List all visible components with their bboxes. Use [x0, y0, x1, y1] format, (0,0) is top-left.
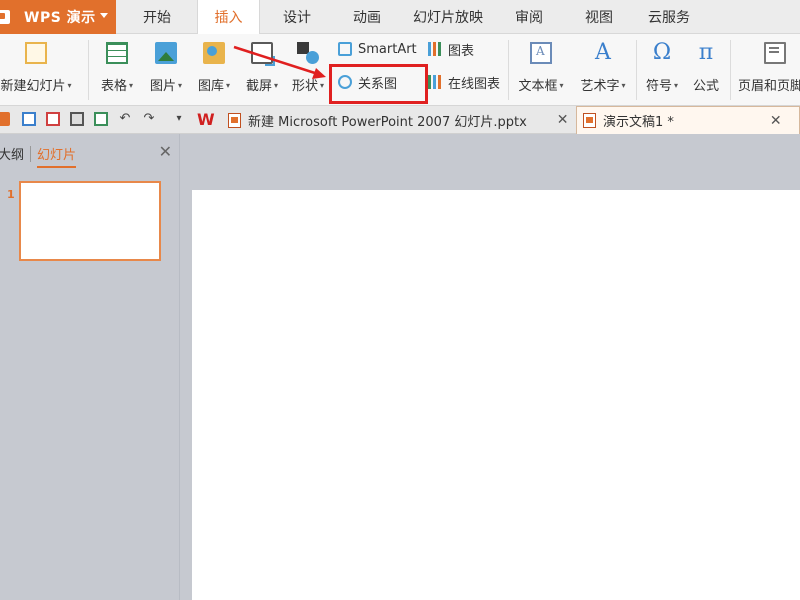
chart-icon [428, 42, 442, 56]
doc-tab-label: 新建 Microsoft PowerPoint 2007 幻灯片.pptx [248, 114, 527, 130]
panel-tabs: 大纲 幻灯片 ✕ [0, 142, 180, 168]
textbox-icon [530, 42, 552, 64]
new-slide-label: 新建幻灯片 [0, 79, 66, 94]
print-preview-icon[interactable] [94, 112, 108, 126]
tab-review[interactable]: 审阅 [500, 0, 558, 34]
screenshot-icon [251, 42, 275, 66]
gallery-icon [203, 42, 225, 64]
shape-icon [297, 42, 319, 64]
tab-cloud-service[interactable]: 云服务 [636, 0, 702, 34]
online-chart-icon [428, 75, 442, 89]
ribbon-divider [730, 40, 731, 100]
chevron-down-icon: ▾ [674, 81, 679, 90]
symbol-button[interactable]: Ω 符号 ▾ [640, 38, 684, 95]
table-icon [106, 42, 128, 64]
chevron-down-icon: ▾ [320, 81, 325, 90]
header-footer-icon [764, 42, 786, 64]
chart-button[interactable]: 图表 [428, 38, 474, 60]
close-icon[interactable]: ✕ [557, 112, 569, 128]
wps-logo-icon [0, 10, 10, 24]
chevron-down-icon: ▾ [226, 81, 231, 90]
picture-button[interactable]: 图片 ▾ [146, 38, 186, 94]
picture-label: 图片 [149, 79, 176, 94]
tab-outline[interactable]: 大纲 [0, 144, 24, 163]
picture-icon [155, 42, 177, 64]
smartart-button[interactable]: SmartArt [338, 38, 417, 60]
gallery-label: 图库 [197, 79, 224, 94]
wps-home-icon[interactable]: W [197, 111, 215, 129]
art-text-button[interactable]: A 艺术字 ▾ [576, 38, 630, 95]
textbox-label: 文本框 [518, 79, 558, 94]
highlight-box [329, 64, 428, 104]
formula-button[interactable]: π 公式 [688, 38, 724, 95]
save-as-icon[interactable] [46, 112, 60, 126]
tab-insert[interactable]: 插入 [197, 0, 260, 35]
close-panel-icon[interactable]: ✕ [159, 142, 172, 161]
formula-label: 公式 [692, 79, 719, 94]
slide-canvas[interactable] [192, 190, 800, 600]
undo-icon[interactable]: ↶ [118, 112, 132, 126]
online-chart-label: 在线图表 [448, 76, 501, 92]
ribbon-divider [508, 40, 509, 100]
pi-icon: π [698, 40, 714, 65]
art-text-icon: A [595, 40, 611, 65]
tab-home[interactable]: 开始 [128, 0, 186, 34]
chevron-down-icon: ▾ [178, 81, 183, 90]
tab-animation[interactable]: 动画 [338, 0, 396, 34]
chevron-down-icon: ▾ [67, 81, 72, 90]
tab-view[interactable]: 视图 [570, 0, 628, 34]
tab-slideshow[interactable]: 幻灯片放映 [402, 0, 494, 34]
omega-icon: Ω [652, 40, 672, 65]
art-text-label: 艺术字 [580, 79, 620, 94]
table-button[interactable]: 表格 ▾ [96, 38, 138, 94]
shape-label: 形状 [291, 79, 318, 94]
gallery-button[interactable]: 图库 ▾ [194, 38, 234, 94]
menu-bar: WPS 演示 开始 插入 设计 动画 幻灯片放映 审阅 视图 云服务 [0, 0, 800, 35]
ribbon-divider [88, 40, 89, 100]
new-slide-button[interactable]: 新建幻灯片 ▾ [0, 38, 78, 94]
slide-canvas-area [180, 134, 800, 600]
slide-thumbnail[interactable] [19, 181, 161, 261]
chevron-down-icon: ▾ [559, 81, 564, 90]
smartart-icon [338, 42, 352, 56]
smartart-label: SmartArt [358, 41, 417, 57]
table-label: 表格 [100, 79, 127, 94]
redo-icon[interactable]: ↷ [142, 112, 156, 126]
symbol-label: 符号 [645, 79, 672, 94]
textbox-button[interactable]: 文本框▾ [514, 38, 568, 94]
shape-button[interactable]: 形状 ▾ [288, 38, 328, 94]
pptx-file-icon [583, 113, 596, 128]
app-menu-button[interactable]: WPS 演示 [0, 0, 116, 34]
chart-label: 图表 [448, 43, 475, 59]
new-slide-icon [25, 42, 47, 64]
tab-design[interactable]: 设计 [268, 0, 326, 34]
close-icon[interactable]: ✕ [770, 113, 782, 129]
save-icon[interactable] [22, 112, 36, 126]
online-chart-button[interactable]: 在线图表 [428, 71, 500, 93]
chevron-down-icon: ▾ [129, 81, 134, 90]
screenshot-label: 截屏 [245, 79, 272, 94]
document-tab-bar: ↶ ↷ ▾ W 新建 Microsoft PowerPoint 2007 幻灯片… [0, 106, 800, 134]
doc-tab-presentation1[interactable]: 演示文稿1 * ✕ [576, 106, 800, 134]
ribbon-toolbar: 新建幻灯片 ▾ 表格 ▾ 图片 ▾ 图库 ▾ 截屏 ▾ 形状 ▾ SmartArt 图表 关… [0, 34, 800, 106]
app-title: WPS 演示 [24, 10, 96, 26]
slide-number: 1 [7, 188, 15, 201]
ribbon-divider [636, 40, 637, 100]
doc-tab-label: 演示文稿1 * [603, 115, 674, 130]
app-menu-chevron-icon [100, 13, 108, 18]
tab-slides[interactable]: 幻灯片 [37, 144, 77, 168]
chevron-down-icon: ▾ [621, 81, 626, 90]
quick-access-more-icon[interactable]: ▾ [172, 112, 186, 126]
print-icon[interactable] [70, 112, 84, 126]
pptx-file-icon [228, 112, 241, 128]
panel-tab-divider [30, 146, 31, 162]
open-icon[interactable] [0, 112, 10, 126]
chevron-down-icon: ▾ [274, 81, 279, 90]
slides-panel: 大纲 幻灯片 ✕ 1 [0, 134, 180, 600]
doc-tab-pptx[interactable]: 新建 Microsoft PowerPoint 2007 幻灯片.pptx ✕ [226, 106, 576, 134]
screenshot-button[interactable]: 截屏 ▾ [242, 38, 282, 94]
header-footer-label: 页眉和页脚 [738, 79, 800, 94]
header-footer-button[interactable]: 页眉和页脚 [738, 38, 800, 94]
